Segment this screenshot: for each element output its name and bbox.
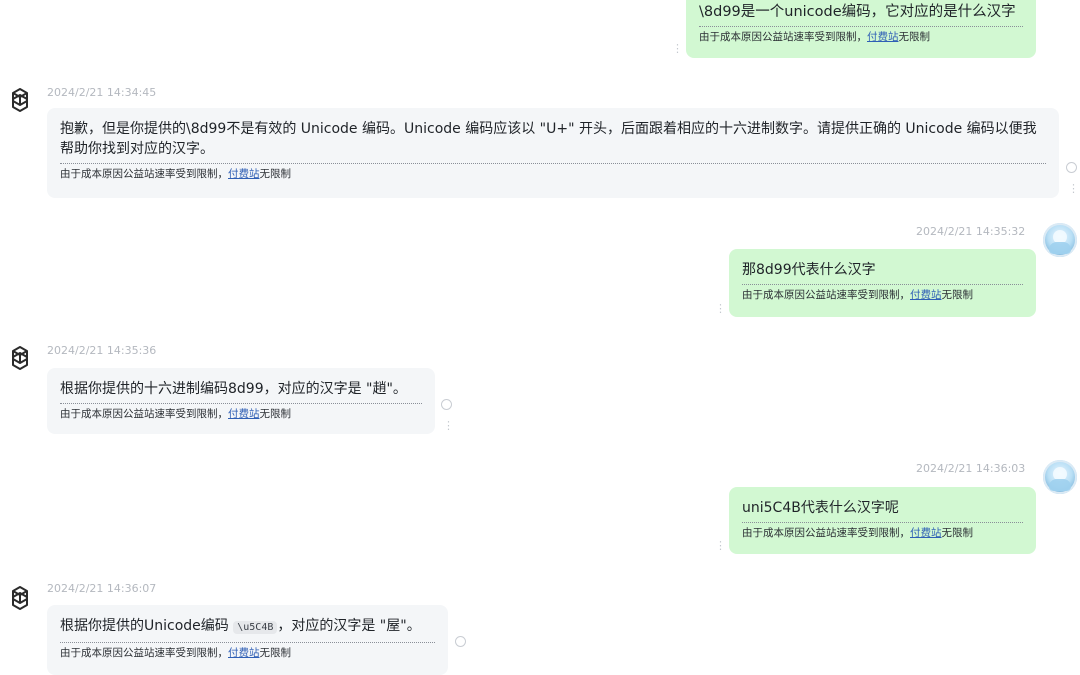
notice-suffix: 无限制 bbox=[941, 289, 974, 301]
message-menu-icon[interactable]: ⋮ bbox=[715, 303, 726, 314]
openai-logo-icon bbox=[12, 346, 28, 370]
message-timestamp: 2024/2/21 14:34:45 bbox=[47, 86, 157, 99]
message-timestamp: 2024/2/21 14:36:07 bbox=[47, 582, 157, 595]
rate-limit-notice: 由于成本原因公益站速率受到限制，付费站无限制 bbox=[60, 407, 422, 421]
paid-site-link[interactable]: 付费站 bbox=[228, 408, 260, 420]
notice-suffix: 无限制 bbox=[259, 647, 292, 659]
user-message-bubble: \8d99是一个unicode编码，它对应的是什么汉字 由于成本原因公益站速率受… bbox=[686, 0, 1036, 58]
notice-prefix: 由于成本原因公益站速率受到限制， bbox=[742, 289, 910, 301]
paid-site-link[interactable]: 付费站 bbox=[867, 31, 899, 43]
loading-circle-icon bbox=[441, 399, 452, 410]
notice-separator bbox=[60, 403, 422, 404]
message-text-part: 根据你提供的Unicode编码 bbox=[60, 618, 234, 634]
notice-separator bbox=[60, 642, 435, 643]
message-menu-icon[interactable]: ⋮ bbox=[672, 43, 683, 54]
message-text-part: ，对应的汉字是 "屋"。 bbox=[277, 618, 421, 634]
paid-site-link[interactable]: 付费站 bbox=[910, 289, 942, 301]
openai-logo-icon bbox=[12, 88, 28, 112]
message-menu-icon[interactable]: ⋮ bbox=[715, 540, 726, 551]
notice-suffix: 无限制 bbox=[898, 31, 931, 43]
message-timestamp: 2024/2/21 14:35:32 bbox=[916, 225, 1026, 238]
notice-prefix: 由于成本原因公益站速率受到限制， bbox=[699, 31, 867, 43]
paid-site-link[interactable]: 付费站 bbox=[910, 527, 942, 539]
message-menu-icon[interactable]: ⋮ bbox=[1068, 183, 1079, 194]
message-text: 抱歉，但是你提供的\8d99不是有效的 Unicode 编码。Unicode 编… bbox=[60, 121, 1037, 157]
notice-separator bbox=[699, 26, 1023, 27]
rate-limit-notice: 由于成本原因公益站速率受到限制，付费站无限制 bbox=[742, 288, 1023, 302]
message-text: uni5C4B代表什么汉字呢 bbox=[742, 500, 899, 516]
notice-prefix: 由于成本原因公益站速率受到限制， bbox=[60, 647, 228, 659]
notice-separator bbox=[742, 522, 1023, 523]
message-timestamp: 2024/2/21 14:35:36 bbox=[47, 344, 157, 357]
anime-avatar-icon bbox=[1043, 223, 1077, 257]
notice-suffix: 无限制 bbox=[259, 168, 292, 180]
message-text: 那8d99代表什么汉字 bbox=[742, 262, 876, 278]
inline-code: \u5C4B bbox=[233, 621, 278, 634]
notice-suffix: 无限制 bbox=[941, 527, 974, 539]
notice-prefix: 由于成本原因公益站速率受到限制， bbox=[60, 168, 228, 180]
paid-site-link[interactable]: 付费站 bbox=[228, 168, 260, 180]
message-text: 根据你提供的Unicode编码 \u5C4B ，对应的汉字是 "屋"。 bbox=[60, 616, 435, 638]
assistant-message-bubble: 根据你提供的Unicode编码 \u5C4B ，对应的汉字是 "屋"。 由于成本原… bbox=[47, 605, 448, 675]
notice-prefix: 由于成本原因公益站速率受到限制， bbox=[60, 408, 228, 420]
rate-limit-notice: 由于成本原因公益站速率受到限制，付费站无限制 bbox=[699, 30, 1023, 44]
notice-separator bbox=[60, 163, 1046, 164]
user-message-bubble: uni5C4B代表什么汉字呢 由于成本原因公益站速率受到限制，付费站无限制 bbox=[729, 487, 1036, 554]
rate-limit-notice: 由于成本原因公益站速率受到限制，付费站无限制 bbox=[60, 167, 1046, 181]
openai-logo-icon bbox=[12, 586, 28, 610]
notice-suffix: 无限制 bbox=[259, 408, 292, 420]
message-timestamp: 2024/2/21 14:36:03 bbox=[916, 462, 1026, 475]
loading-circle-icon bbox=[1066, 162, 1077, 173]
assistant-message-bubble: 抱歉，但是你提供的\8d99不是有效的 Unicode 编码。Unicode 编… bbox=[47, 108, 1059, 198]
notice-prefix: 由于成本原因公益站速率受到限制， bbox=[742, 527, 910, 539]
notice-separator bbox=[742, 284, 1023, 285]
message-text: \8d99是一个unicode编码，它对应的是什么汉字 bbox=[699, 4, 1016, 20]
anime-avatar-icon bbox=[1043, 460, 1077, 494]
message-menu-icon[interactable]: ⋮ bbox=[443, 420, 454, 431]
user-message-bubble: 那8d99代表什么汉字 由于成本原因公益站速率受到限制，付费站无限制 bbox=[729, 249, 1036, 317]
loading-circle-icon bbox=[455, 636, 466, 647]
paid-site-link[interactable]: 付费站 bbox=[228, 647, 260, 659]
rate-limit-notice: 由于成本原因公益站速率受到限制，付费站无限制 bbox=[742, 526, 1023, 540]
message-text: 根据你提供的十六进制编码8d99，对应的汉字是 "趙"。 bbox=[60, 381, 407, 397]
assistant-message-bubble: 根据你提供的十六进制编码8d99，对应的汉字是 "趙"。 由于成本原因公益站速率… bbox=[47, 368, 435, 434]
